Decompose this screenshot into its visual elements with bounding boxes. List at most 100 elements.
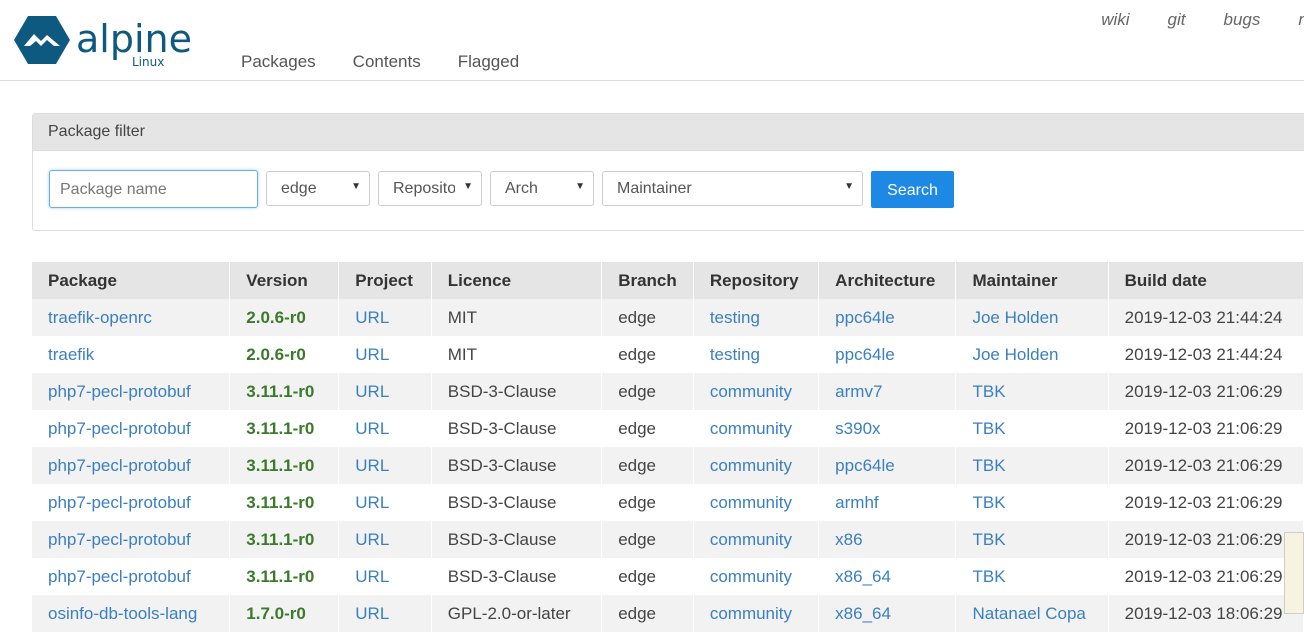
link-bugs[interactable]: bugs	[1224, 10, 1261, 30]
build-date: 2019-12-03 21:06:29	[1108, 558, 1304, 595]
table-row: php7-pecl-protobuf 3.11.1-r0 URL BSD-3-Clau…	[32, 521, 1304, 558]
architecture-link[interactable]: ppc64le	[818, 299, 957, 336]
maintainer-link[interactable]: TBK	[955, 558, 1109, 595]
maintainer-link[interactable]: TBK	[955, 484, 1109, 521]
alpine-logo[interactable]: alpine Linux	[14, 14, 214, 70]
package-link[interactable]: php7-pecl-protobuf	[32, 484, 231, 521]
package-link[interactable]: traefik-openrc	[32, 299, 231, 336]
architecture-link[interactable]: ppc64le	[818, 447, 957, 484]
licence: GPL-2.0-or-later	[431, 595, 603, 632]
col-version: Version	[229, 262, 340, 299]
version: 3.11.1-r0	[229, 373, 340, 410]
chevron-down-icon: ▼	[351, 181, 361, 192]
col-architecture: Architecture	[818, 262, 957, 299]
licence: BSD-3-Clause	[431, 447, 603, 484]
project-url-link[interactable]: URL	[338, 447, 432, 484]
link-git[interactable]: git	[1168, 10, 1186, 30]
branch: edge	[601, 373, 694, 410]
table-row: php7-pecl-protobuf 3.11.1-r0 URL BSD-3-Clau…	[32, 410, 1304, 447]
arch-select-value: Arch	[505, 180, 538, 197]
branch: edge	[601, 595, 694, 632]
branch-select[interactable]: edge ▼	[266, 171, 370, 206]
maintainer-link[interactable]: TBK	[955, 410, 1109, 447]
architecture-link[interactable]: x86_64	[818, 595, 957, 632]
version: 3.11.1-r0	[229, 521, 340, 558]
top-links: wiki git bugs mir	[1063, 10, 1304, 30]
table-row: php7-pecl-protobuf 3.11.1-r0 URL BSD-3-Clau…	[32, 484, 1304, 521]
repository-select-value: Repository	[393, 180, 455, 197]
version: 3.11.1-r0	[229, 410, 340, 447]
architecture-link[interactable]: x86_64	[818, 558, 957, 595]
licence: BSD-3-Clause	[431, 558, 603, 595]
package-link[interactable]: php7-pecl-protobuf	[32, 521, 231, 558]
maintainer-link[interactable]: Joe Holden	[955, 299, 1109, 336]
version: 2.0.6-r0	[229, 299, 340, 336]
repository-link[interactable]: community	[693, 410, 820, 447]
build-date: 2019-12-03 21:44:24	[1108, 336, 1304, 373]
architecture-link[interactable]: armhf	[818, 484, 957, 521]
branch: edge	[601, 558, 694, 595]
project-url-link[interactable]: URL	[338, 410, 432, 447]
package-link[interactable]: php7-pecl-protobuf	[32, 373, 231, 410]
project-url-link[interactable]: URL	[338, 595, 432, 632]
maintainer-select[interactable]: Maintainer ▼	[602, 171, 863, 206]
col-build-date: Build date	[1108, 262, 1304, 299]
licence: MIT	[431, 336, 603, 373]
architecture-link[interactable]: s390x	[818, 410, 957, 447]
project-url-link[interactable]: URL	[338, 521, 432, 558]
architecture-link[interactable]: x86	[818, 521, 957, 558]
package-link[interactable]: php7-pecl-protobuf	[32, 558, 231, 595]
project-url-link[interactable]: URL	[338, 336, 432, 373]
repository-link[interactable]: community	[693, 521, 820, 558]
repository-link[interactable]: community	[693, 558, 820, 595]
table-row: traefik 2.0.6-r0 URL MIT edge testing ppc64le J…	[32, 336, 1304, 373]
nav-contents[interactable]: Contents	[353, 52, 421, 72]
nav-packages[interactable]: Packages	[241, 52, 316, 72]
architecture-link[interactable]: ppc64le	[818, 336, 957, 373]
repository-link[interactable]: testing	[693, 299, 820, 336]
side-widget[interactable]	[1284, 532, 1304, 614]
table-row: php7-pecl-protobuf 3.11.1-r0 URL BSD-3-Clau…	[32, 447, 1304, 484]
project-url-link[interactable]: URL	[338, 373, 432, 410]
link-mirrors[interactable]: mir	[1298, 10, 1304, 30]
repository-select[interactable]: Repository ▼	[378, 171, 482, 206]
repository-link[interactable]: testing	[693, 336, 820, 373]
maintainer-link[interactable]: Joe Holden	[955, 336, 1109, 373]
maintainer-link[interactable]: TBK	[955, 373, 1109, 410]
licence: BSD-3-Clause	[431, 410, 603, 447]
branch: edge	[601, 447, 694, 484]
project-url-link[interactable]: URL	[338, 299, 432, 336]
maintainer-link[interactable]: Natanael Copa	[955, 595, 1109, 632]
link-wiki[interactable]: wiki	[1101, 10, 1129, 30]
alpine-logo-icon: alpine Linux	[14, 16, 192, 69]
repository-link[interactable]: community	[693, 484, 820, 521]
package-link[interactable]: osinfo-db-tools-lang	[32, 595, 231, 632]
packages-table: Package Version Project Licence Branch R…	[32, 262, 1304, 632]
project-url-link[interactable]: URL	[338, 558, 432, 595]
architecture-link[interactable]: armv7	[818, 373, 957, 410]
package-name-input[interactable]: Package name	[49, 170, 258, 208]
package-link[interactable]: php7-pecl-protobuf	[32, 410, 231, 447]
search-button[interactable]: Search	[871, 171, 954, 208]
package-link[interactable]: php7-pecl-protobuf	[32, 447, 231, 484]
project-url-link[interactable]: URL	[338, 484, 432, 521]
maintainer-link[interactable]: TBK	[955, 447, 1109, 484]
repository-link[interactable]: community	[693, 595, 820, 632]
package-link[interactable]: traefik	[32, 336, 231, 373]
table-row: php7-pecl-protobuf 3.11.1-r0 URL BSD-3-Clau…	[32, 558, 1304, 595]
branch-select-value: edge	[281, 180, 317, 197]
build-date: 2019-12-03 21:06:29	[1108, 521, 1304, 558]
build-date: 2019-12-03 21:06:29	[1108, 410, 1304, 447]
nav-flagged[interactable]: Flagged	[458, 52, 519, 72]
table-header-row: Package Version Project Licence Branch R…	[32, 262, 1304, 299]
maintainer-link[interactable]: TBK	[955, 521, 1109, 558]
site-header: alpine Linux Packages Contents Flagged w…	[0, 0, 1304, 81]
build-date: 2019-12-03 21:06:29	[1108, 373, 1304, 410]
arch-select[interactable]: Arch ▼	[490, 171, 594, 206]
repository-link[interactable]: community	[693, 447, 820, 484]
repository-link[interactable]: community	[693, 373, 820, 410]
col-branch: Branch	[601, 262, 694, 299]
chevron-down-icon: ▼	[463, 181, 473, 192]
version: 3.11.1-r0	[229, 447, 340, 484]
package-name-placeholder: Package name	[60, 181, 167, 198]
